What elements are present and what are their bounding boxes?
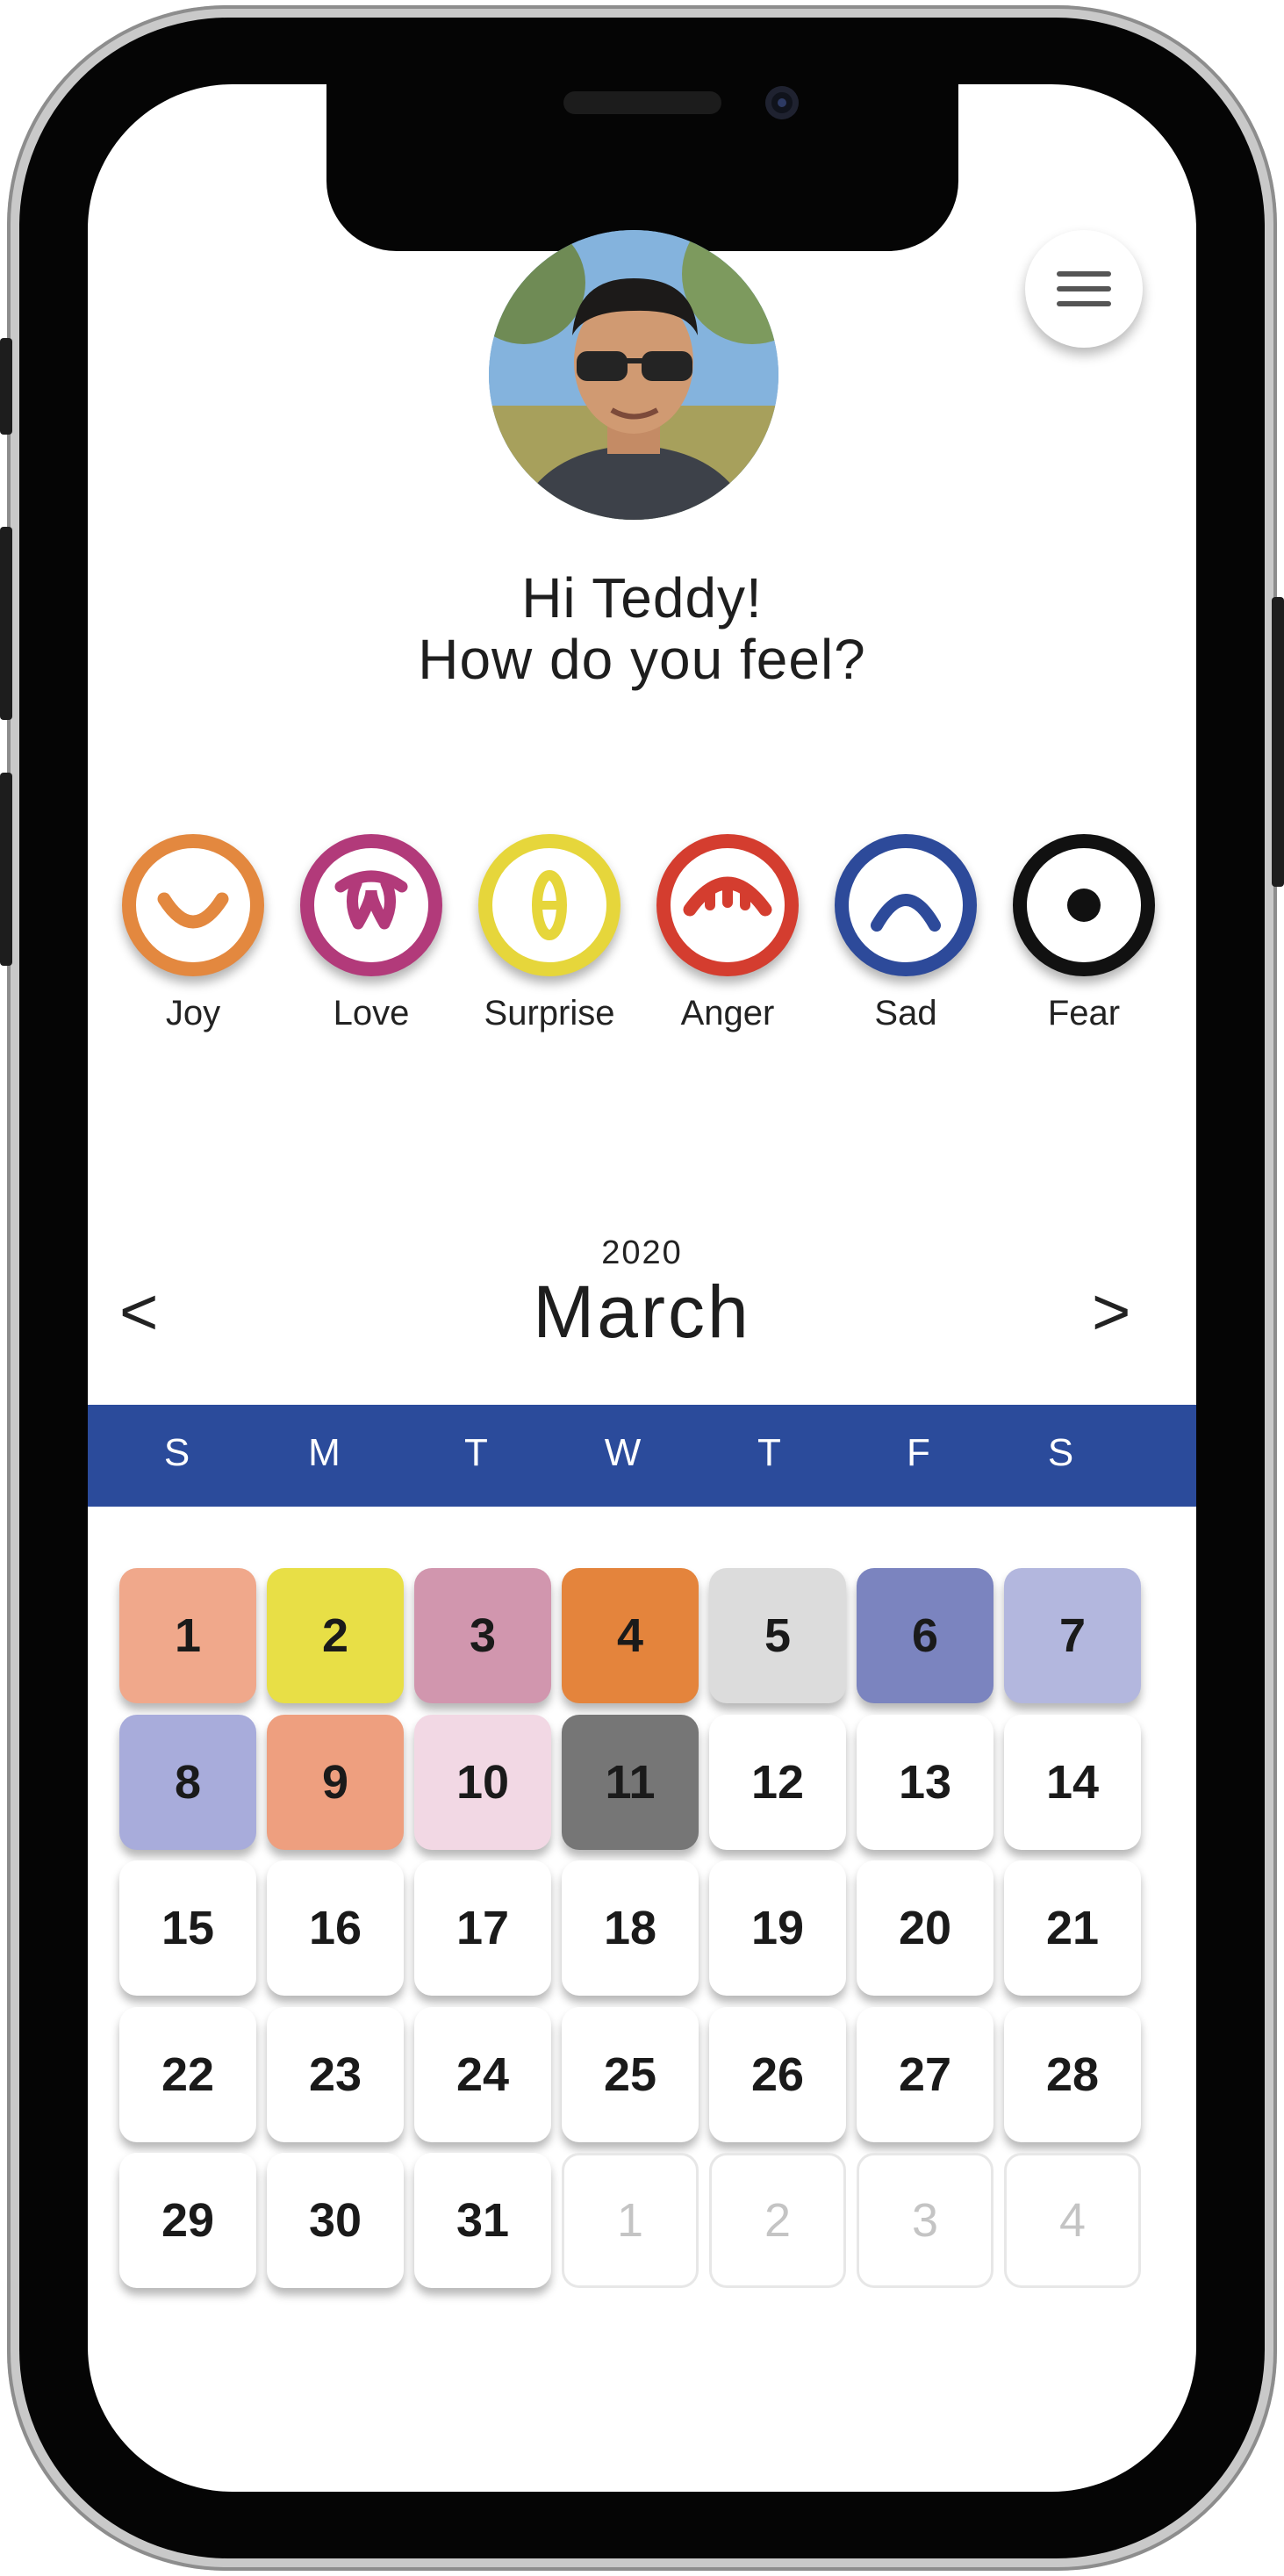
weekday-label: T [757,1431,782,1474]
calendar-day-next-month[interactable]: 1 [562,2153,699,2288]
calendar-day[interactable]: 31 [414,2153,551,2288]
love-icon-glyph [334,870,408,930]
calendar-day[interactable]: 19 [709,1860,846,1996]
calendar-day[interactable]: 3 [414,1568,551,1703]
mood-label: Fear [1047,994,1121,1033]
hamburger-menu-line [1057,301,1111,306]
calendar-month: March [533,1270,751,1353]
calendar-day[interactable]: 10 [414,1715,551,1850]
mood-selector: Joy Love Surprise Anger Sad Fear [118,834,1180,1062]
calendar-day[interactable]: 2 [267,1568,404,1703]
power-button [1272,597,1284,887]
sad-icon-glyph [871,894,941,932]
mood-fear[interactable]: Fear [1009,834,1158,1033]
volume-up-button [0,527,12,720]
calendar-day[interactable]: 26 [709,2007,846,2142]
calendar-day[interactable]: 7 [1004,1568,1141,1703]
calendar-day[interactable]: 29 [119,2153,256,2288]
mood-label: Joy [165,994,221,1033]
notch [326,84,958,251]
volume-down-button [0,773,12,966]
weekday-label: T [464,1431,489,1474]
surprise-icon-glyph [532,870,567,940]
calendar-day[interactable]: 23 [267,2007,404,2142]
menu-button[interactable] [1025,230,1143,348]
weekday-label: W [604,1431,642,1474]
calendar-day-next-month[interactable]: 3 [857,2153,993,2288]
avatar-photo [489,230,778,520]
calendar-day[interactable]: 14 [1004,1715,1141,1850]
weekday-label: S [1047,1431,1075,1474]
sad-icon [835,834,977,976]
mood-love[interactable]: Love [297,834,446,1033]
weekday-label: M [308,1431,341,1474]
mood-label: Sad [874,994,937,1033]
calendar-day-next-month[interactable]: 2 [709,2153,846,2288]
mood-label: Love [333,994,410,1033]
calendar-day[interactable]: 30 [267,2153,404,2288]
calendar-day[interactable]: 22 [119,2007,256,2142]
mood-label: Surprise [484,994,615,1033]
smile-icon-glyph [157,892,229,929]
calendar-day[interactable]: 13 [857,1715,993,1850]
love-icon [300,834,442,976]
app-screen: Hi Teddy! How do you feel? Joy Love Surp… [88,84,1196,2492]
weekday-header: S M T W T F S [88,1405,1196,1507]
mute-switch [0,338,12,435]
calendar-day[interactable]: 12 [709,1715,846,1850]
smile-icon [122,834,264,976]
weekday-label: S [163,1431,191,1474]
calendar-day[interactable]: 18 [562,1860,699,1996]
calendar-day[interactable]: 25 [562,2007,699,2142]
calendar-day[interactable]: 11 [562,1715,699,1850]
calendar-day[interactable]: 15 [119,1860,256,1996]
speaker [563,91,721,114]
weekday-label: F [907,1431,931,1474]
mood-surprise[interactable]: Surprise [475,834,624,1033]
calendar-day[interactable]: 21 [1004,1860,1141,1996]
calendar-day[interactable]: 1 [119,1568,256,1703]
calendar-day[interactable]: 6 [857,1568,993,1703]
calendar-day[interactable]: 9 [267,1715,404,1850]
mood-sad[interactable]: Sad [831,834,980,1033]
mood-joy[interactable]: Joy [118,834,268,1033]
greeting-question: How do you feel? [418,628,866,691]
hamburger-menu-line [1057,286,1111,291]
calendar-day[interactable]: 17 [414,1860,551,1996]
mood-anger[interactable]: Anger [653,834,802,1033]
greeting-name: Hi Teddy! [521,566,763,630]
fear-icon-glyph [1067,889,1101,922]
avatar[interactable] [489,230,778,520]
anger-icon-glyph [683,876,772,917]
calendar-day[interactable]: 8 [119,1715,256,1850]
calendar-day[interactable]: 24 [414,2007,551,2142]
next-month-button[interactable]: > [1092,1274,1130,1350]
greeting: Hi Teddy! How do you feel? [88,567,1196,690]
anger-icon [656,834,799,976]
fear-icon [1013,834,1155,976]
calendar-day[interactable]: 27 [857,2007,993,2142]
calendar-day[interactable]: 5 [709,1568,846,1703]
calendar-day-next-month[interactable]: 4 [1004,2153,1141,2288]
mood-label: Anger [680,994,775,1033]
hamburger-menu-icon [1057,271,1111,277]
front-camera [765,86,799,119]
calendar-day[interactable]: 20 [857,1860,993,1996]
calendar-day[interactable]: 28 [1004,2007,1141,2142]
calendar-day[interactable]: 4 [562,1568,699,1703]
calendar-grid: 1 2 3 4 5 6 7 8 9 10 11 12 13 14 15 16 17 18 19 20 21 22 23 24 2… [119,1568,1173,2288]
calendar-day[interactable]: 16 [267,1860,404,1996]
surprise-icon [478,834,620,976]
calendar-year: 2020 [601,1234,683,1271]
